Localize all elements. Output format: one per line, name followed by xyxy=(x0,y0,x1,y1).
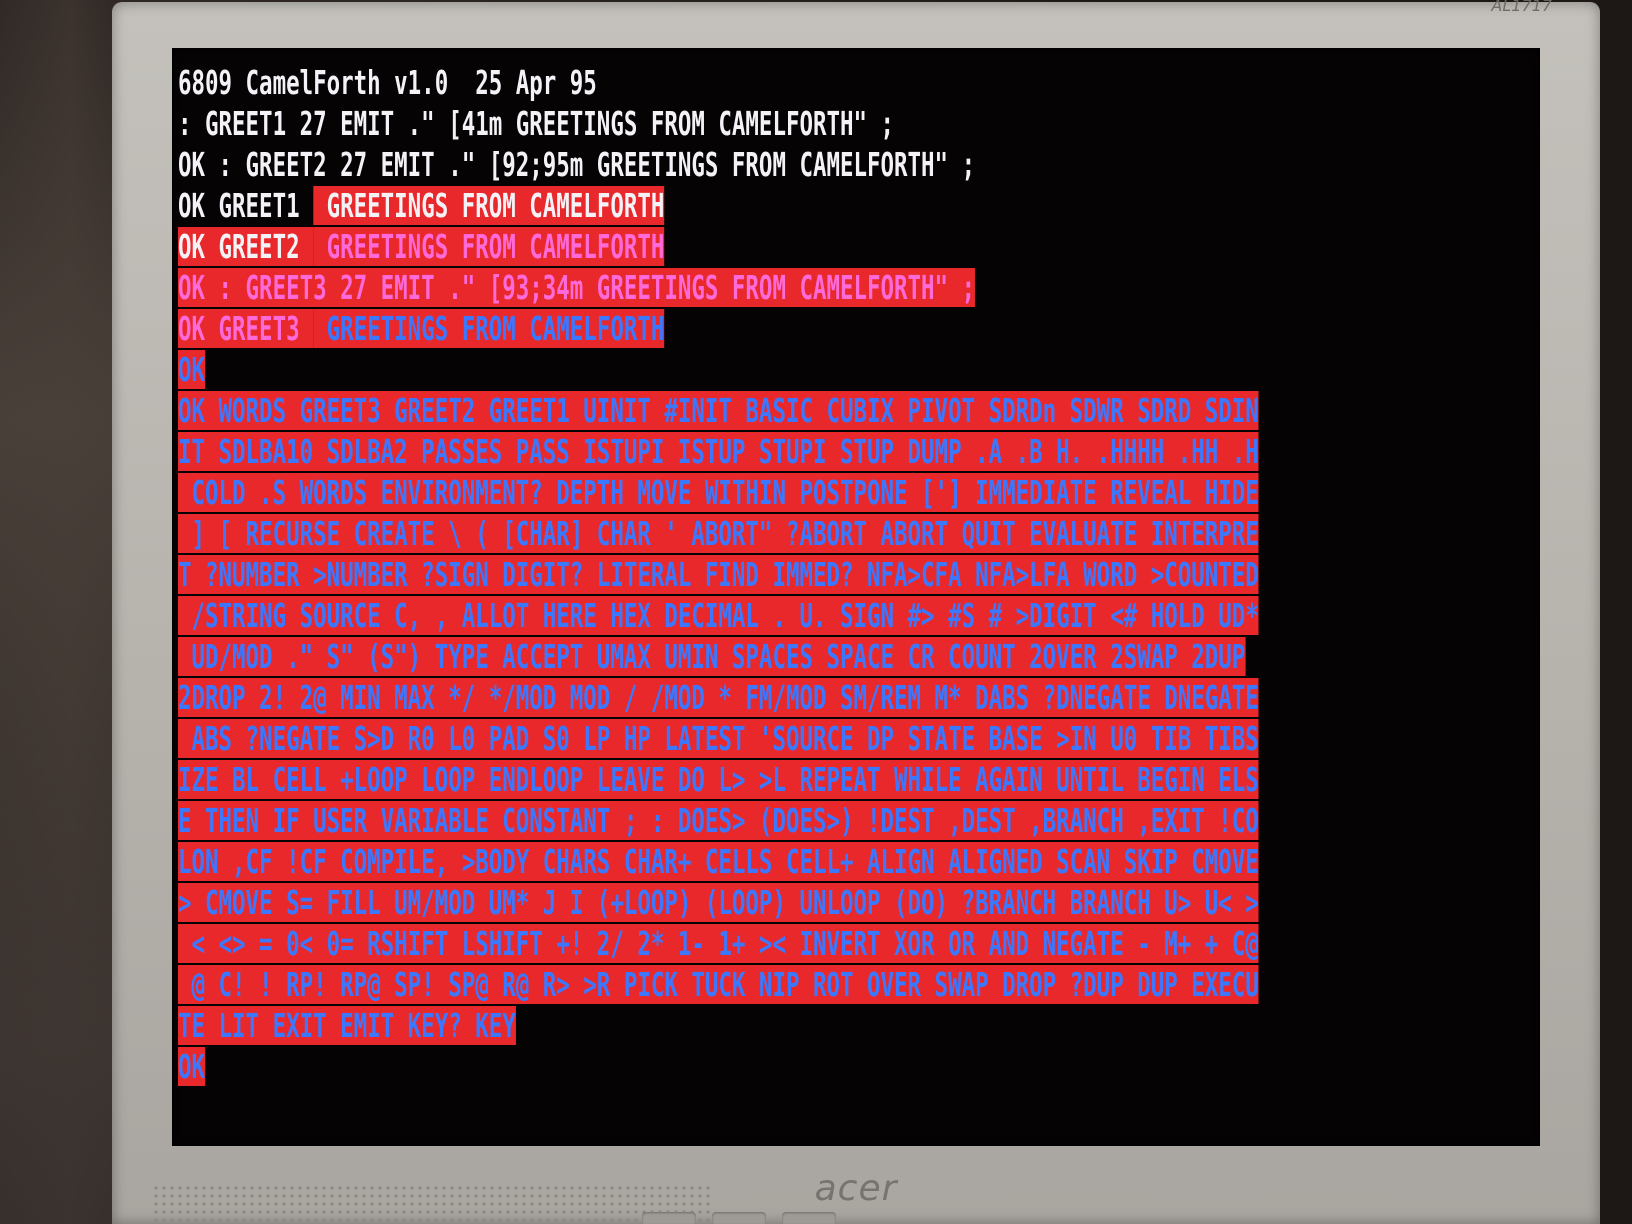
terminal-line: OK GREET3 GREETINGS FROM CAMELFORTH xyxy=(178,308,665,349)
terminal-line: LON ,CF !CF COMPILE, >BODY CHARS CHAR+ C… xyxy=(178,841,1259,882)
terminal-line: ABS ?NEGATE S>D R0 L0 PAD S0 LP HP LATES… xyxy=(178,718,1259,759)
terminal-line: IZE BL CELL +LOOP LOOP ENDLOOP LEAVE DO … xyxy=(178,759,1259,800)
terminal-line: 6809 CamelForth v1.0 25 Apr 95 xyxy=(178,62,597,103)
terminal-line: @ C! ! RP! RP@ SP! SP@ R@ R> >R PICK TUC… xyxy=(178,964,1259,1005)
terminal-text-segment: OK : GREET3 27 EMIT ." [93;34m GREETINGS… xyxy=(178,268,976,307)
terminal-text-segment: TE LIT EXIT EMIT KEY? KEY xyxy=(178,1006,516,1045)
terminal-text-segment: > CMOVE S= FILL UM/MOD UM* J I (+LOOP) (… xyxy=(178,883,1259,922)
terminal-line: T ?NUMBER >NUMBER ?SIGN DIGIT? LITERAL F… xyxy=(178,554,1259,595)
terminal-text-segment: OK : GREET2 27 EMIT ." [92;95m GREETINGS… xyxy=(178,145,976,184)
terminal-line: TE LIT EXIT EMIT KEY? KEY xyxy=(178,1005,516,1046)
terminal-line: /STRING SOURCE C, , ALLOT HERE HEX DECIM… xyxy=(178,595,1259,636)
terminal-line: ] [ RECURSE CREATE \ ( [CHAR] CHAR ' ABO… xyxy=(178,513,1259,554)
terminal-line: OK xyxy=(178,1046,206,1087)
terminal-line: OK GREET1 GREETINGS FROM CAMELFORTH xyxy=(178,185,665,226)
monitor-model-label: AL1717 xyxy=(1491,0,1552,15)
terminal-text-segment: E THEN IF USER VARIABLE CONSTANT ; : DOE… xyxy=(178,801,1259,840)
terminal-text-segment: GREETINGS FROM CAMELFORTH xyxy=(313,227,665,266)
terminal-text-segment: : GREET1 27 EMIT ." [41m GREETINGS FROM … xyxy=(178,104,895,143)
terminal-text-segment: < <> = 0< 0= RSHIFT LSHIFT +! 2/ 2* 1- 1… xyxy=(178,924,1259,963)
terminal-text-segment: ABS ?NEGATE S>D R0 L0 PAD S0 LP HP LATES… xyxy=(178,719,1259,758)
front-button[interactable] xyxy=(782,1212,836,1224)
terminal-text-segment: 6809 CamelForth v1.0 25 Apr 95 xyxy=(178,63,597,102)
terminal-text-segment: GREETINGS FROM CAMELFORTH xyxy=(313,186,665,225)
terminal-text-segment: T ?NUMBER >NUMBER ?SIGN DIGIT? LITERAL F… xyxy=(178,555,1259,594)
front-button[interactable] xyxy=(712,1212,766,1224)
terminal-line: OK xyxy=(178,349,206,390)
terminal-text-segment: OK xyxy=(178,1047,206,1086)
front-button[interactable] xyxy=(642,1212,696,1224)
terminal-line: OK GREET2 GREETINGS FROM CAMELFORTH xyxy=(178,226,665,267)
terminal-text-segment: OK WORDS GREET3 GREET2 GREET1 UINIT #INI… xyxy=(178,391,1259,430)
terminal-text-segment: COLD .S WORDS ENVIRONMENT? DEPTH MOVE WI… xyxy=(178,473,1259,512)
terminal-text-segment: /STRING SOURCE C, , ALLOT HERE HEX DECIM… xyxy=(178,596,1259,635)
terminal-line: : GREET1 27 EMIT ." [41m GREETINGS FROM … xyxy=(178,103,894,144)
terminal-line: > CMOVE S= FILL UM/MOD UM* J I (+LOOP) (… xyxy=(178,882,1259,923)
front-buttons xyxy=(642,1210,1142,1224)
terminal-line: UD/MOD ." S" (S") TYPE ACCEPT UMAX UMIN … xyxy=(178,636,1246,677)
terminal-text-segment: @ C! ! RP! RP@ SP! SP@ R@ R> >R PICK TUC… xyxy=(178,965,1259,1004)
acer-logo: acer xyxy=(814,1168,898,1209)
terminal-text-segment: GREETINGS FROM CAMELFORTH xyxy=(313,309,665,348)
terminal-text-segment: OK GREET3 xyxy=(178,309,314,348)
terminal-text-segment: 2DROP 2! 2@ MIN MAX */ */MOD MOD / /MOD … xyxy=(178,678,1259,717)
terminal-line: OK : GREET2 27 EMIT ." [92;95m GREETINGS… xyxy=(178,144,975,185)
terminal-text-segment: IT SDLBA10 SDLBA2 PASSES PASS ISTUPI IST… xyxy=(178,432,1259,471)
terminal-line: OK : GREET3 27 EMIT ." [93;34m GREETINGS… xyxy=(178,267,976,308)
terminal-line: E THEN IF USER VARIABLE CONSTANT ; : DOE… xyxy=(178,800,1259,841)
terminal-text-segment: LON ,CF !CF COMPILE, >BODY CHARS CHAR+ C… xyxy=(178,842,1259,881)
terminal-text-segment: UD/MOD ." S" (S") TYPE ACCEPT UMAX UMIN … xyxy=(178,637,1246,676)
terminal-text-segment: OK GREET2 xyxy=(178,227,314,266)
terminal-line: COLD .S WORDS ENVIRONMENT? DEPTH MOVE WI… xyxy=(178,472,1259,513)
terminal-line: 2DROP 2! 2@ MIN MAX */ */MOD MOD / /MOD … xyxy=(178,677,1259,718)
terminal-text-segment: OK GREET1 xyxy=(178,186,314,225)
terminal-text-segment: IZE BL CELL +LOOP LOOP ENDLOOP LEAVE DO … xyxy=(178,760,1259,799)
terminal-text-segment: OK xyxy=(178,350,206,389)
terminal-screen[interactable]: 6809 CamelForth v1.0 25 Apr 95: GREET1 2… xyxy=(172,48,1540,1146)
terminal-text-segment: ] [ RECURSE CREATE \ ( [CHAR] CHAR ' ABO… xyxy=(178,514,1259,553)
terminal-line: < <> = 0< 0= RSHIFT LSHIFT +! 2/ 2* 1- 1… xyxy=(178,923,1259,964)
terminal-line: IT SDLBA10 SDLBA2 PASSES PASS ISTUPI IST… xyxy=(178,431,1259,472)
terminal-line: OK WORDS GREET3 GREET2 GREET1 UINIT #INI… xyxy=(178,390,1259,431)
